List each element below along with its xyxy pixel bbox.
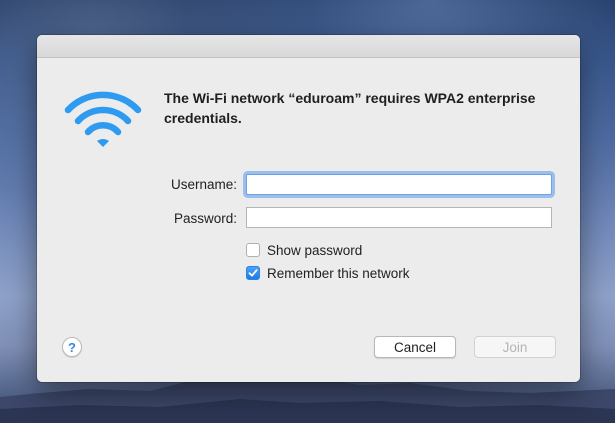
username-label: Username: xyxy=(170,177,237,192)
wifi-credentials-dialog: The Wi-Fi network “eduroam” requires WPA… xyxy=(37,35,580,382)
username-field[interactable] xyxy=(246,174,552,195)
dialog-titlebar xyxy=(37,35,580,58)
help-button[interactable]: ? xyxy=(62,337,82,357)
checkmark-icon xyxy=(248,269,258,277)
show-password-checkbox[interactable] xyxy=(246,243,260,257)
join-button[interactable]: Join xyxy=(474,336,556,358)
wifi-icon xyxy=(64,91,142,147)
remember-network-option[interactable]: Remember this network xyxy=(246,265,410,281)
password-label: Password: xyxy=(173,211,237,226)
remember-network-checkbox[interactable] xyxy=(246,266,260,280)
password-field[interactable] xyxy=(246,207,552,228)
cancel-button[interactable]: Cancel xyxy=(374,336,456,358)
show-password-label: Show password xyxy=(267,242,363,258)
remember-network-label: Remember this network xyxy=(267,265,410,281)
show-password-option[interactable]: Show password xyxy=(246,242,362,258)
dialog-message: The Wi-Fi network “eduroam” requires WPA… xyxy=(164,90,536,126)
